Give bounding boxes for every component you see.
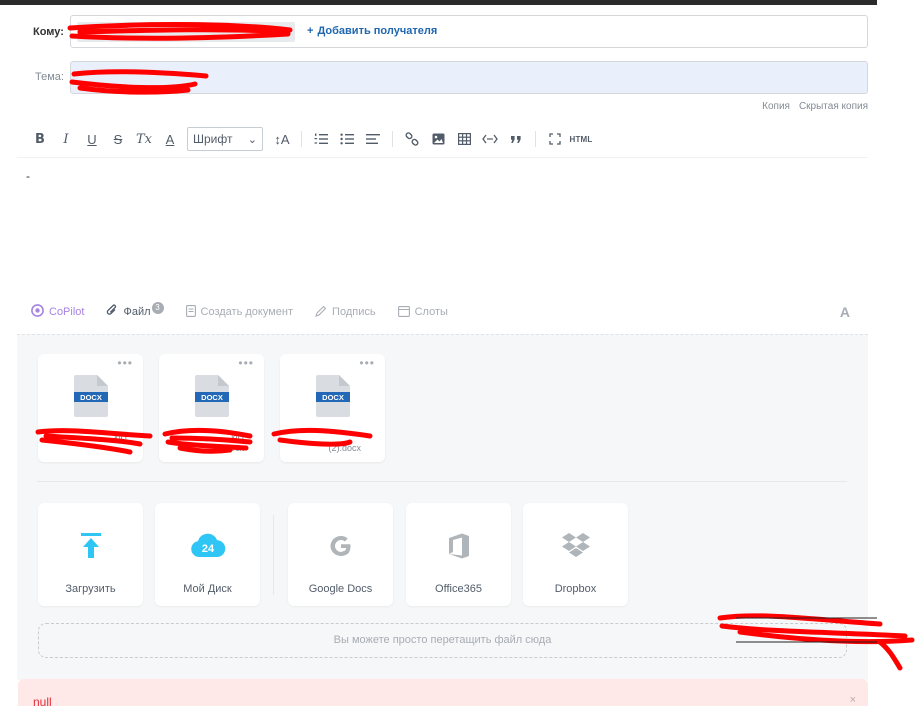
redaction-overlay — [35, 22, 915, 671]
